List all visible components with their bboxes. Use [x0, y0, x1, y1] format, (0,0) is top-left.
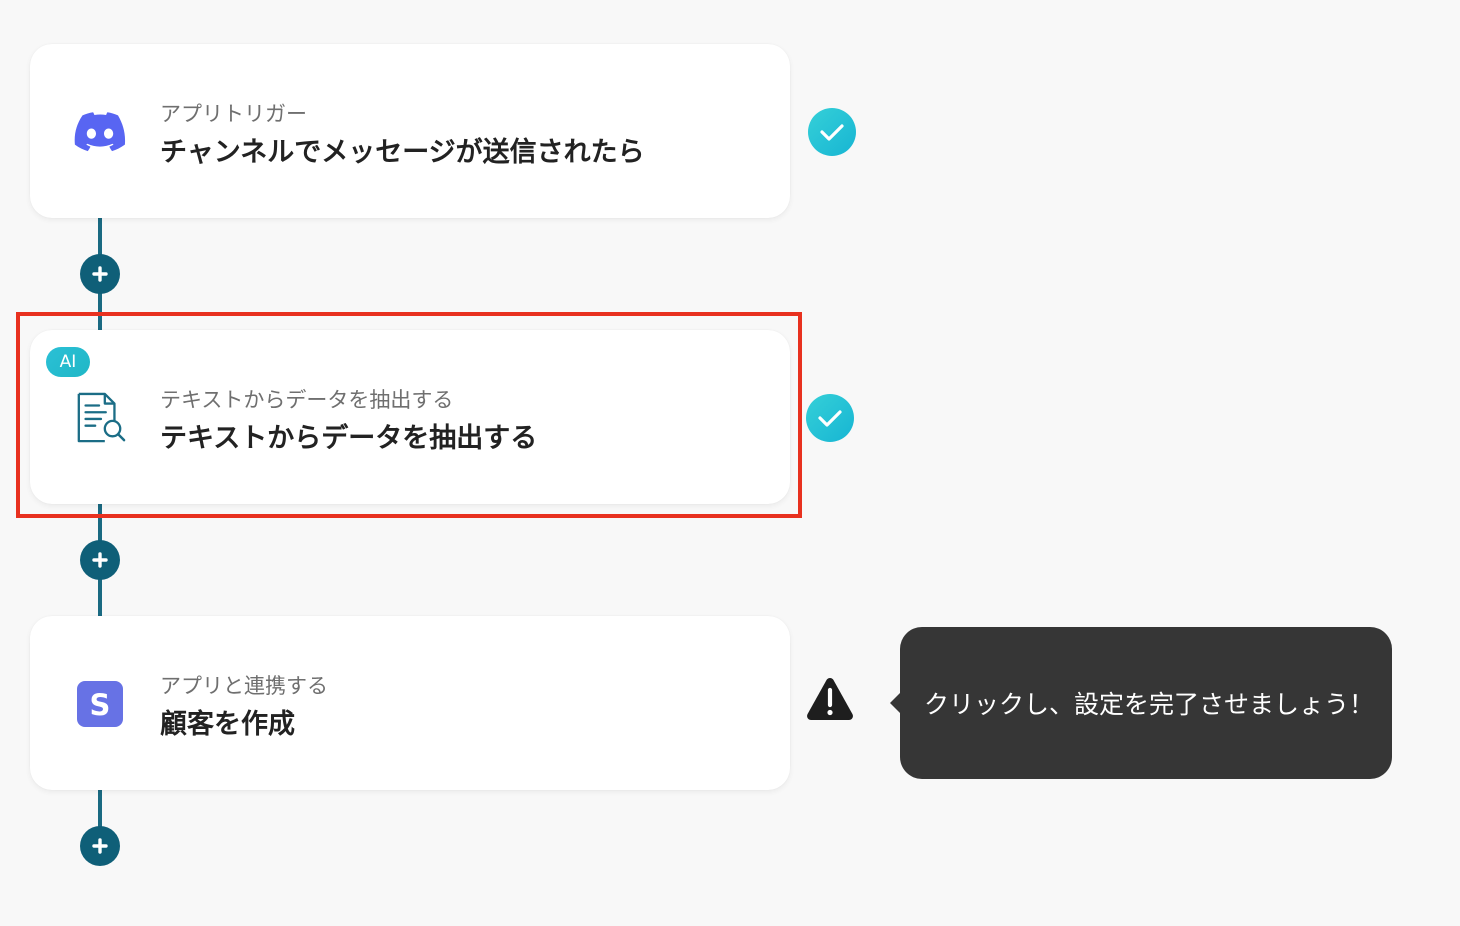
- tooltip-text: クリックし、設定を完了させましょう！: [924, 690, 1375, 719]
- step-card-create-customer[interactable]: S アプリと連携する 顧客を作成: [30, 616, 790, 790]
- setup-tooltip: クリックし、設定を完了させましょう！: [890, 627, 1392, 779]
- stripe-icon: S: [74, 679, 126, 729]
- warning-icon: [806, 676, 854, 722]
- add-step-button[interactable]: [80, 254, 120, 294]
- step-title: チャンネルでメッセージが送信されたら: [160, 137, 645, 168]
- plus-icon: [92, 552, 108, 568]
- add-step-button[interactable]: [80, 826, 120, 866]
- stripe-letter: S: [90, 688, 111, 722]
- step-subtitle: テキストからデータを抽出する: [160, 388, 454, 412]
- step-subtitle: アプリと連携する: [160, 674, 328, 698]
- step-title: 顧客を作成: [160, 709, 295, 740]
- add-step-button[interactable]: [80, 540, 120, 580]
- discord-icon: [74, 107, 126, 157]
- step-title: テキストからデータを抽出する: [160, 423, 538, 454]
- step-subtitle: アプリトリガー: [160, 102, 307, 126]
- connector-line: [98, 790, 102, 830]
- plus-icon: [92, 266, 108, 282]
- ai-badge: AI: [46, 347, 90, 377]
- complete-check-icon: [808, 108, 856, 156]
- step-card-ai-extract[interactable]: AI テキストからデータを抽出する テキストからデータを抽出する: [30, 330, 790, 504]
- document-search-icon: [74, 392, 126, 443]
- plus-icon: [92, 838, 108, 854]
- step-card-trigger[interactable]: アプリトリガー チャンネルでメッセージが送信されたら: [30, 44, 790, 218]
- complete-check-icon: [806, 394, 854, 442]
